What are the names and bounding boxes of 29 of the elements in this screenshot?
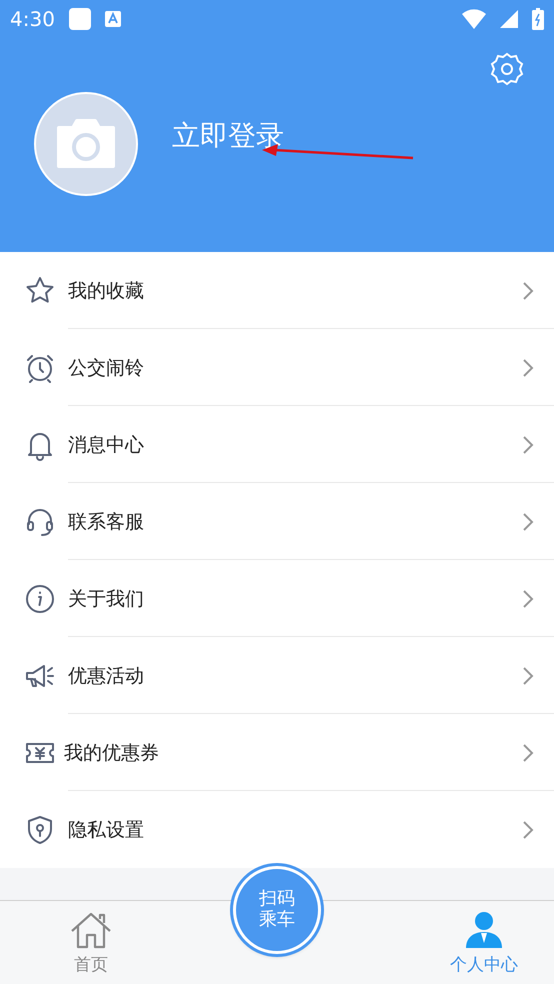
- camera-icon: [55, 118, 117, 170]
- chevron-right-icon: [522, 666, 534, 686]
- menu-item[interactable]: 我的收藏: [0, 252, 554, 329]
- tab-label: 首页: [74, 954, 108, 976]
- notification-icon: [68, 8, 91, 30]
- info-icon: [24, 582, 56, 614]
- chevron-right-icon: [522, 742, 534, 762]
- menu-item[interactable]: 联系客服: [0, 483, 554, 560]
- chevron-right-icon: [522, 512, 534, 532]
- chevron-right-icon: [522, 358, 534, 378]
- home-icon: [70, 911, 112, 949]
- menu-item[interactable]: 消息中心: [0, 406, 554, 483]
- settings-icon[interactable]: [490, 52, 524, 86]
- menu-item[interactable]: 我的优惠券: [0, 714, 554, 791]
- menu-item[interactable]: 关于我们: [0, 560, 554, 637]
- chevron-right-icon: [522, 820, 534, 840]
- chevron-right-icon: [522, 588, 534, 608]
- chevron-right-icon: [522, 280, 534, 300]
- battery-icon: [532, 8, 544, 30]
- status-time: 4:30: [10, 7, 55, 31]
- menu-item[interactable]: 隐私设置: [0, 791, 554, 868]
- wifi-icon: [462, 9, 486, 29]
- chevron-right-icon: [522, 434, 534, 454]
- menu-item[interactable]: 优惠活动: [0, 637, 554, 714]
- person-icon: [464, 911, 504, 949]
- keyboard-icon: [104, 11, 121, 27]
- tab-label: 个人中心: [450, 954, 518, 976]
- signal-icon: [500, 10, 518, 28]
- menu-item[interactable]: 公交闹铃: [0, 329, 554, 406]
